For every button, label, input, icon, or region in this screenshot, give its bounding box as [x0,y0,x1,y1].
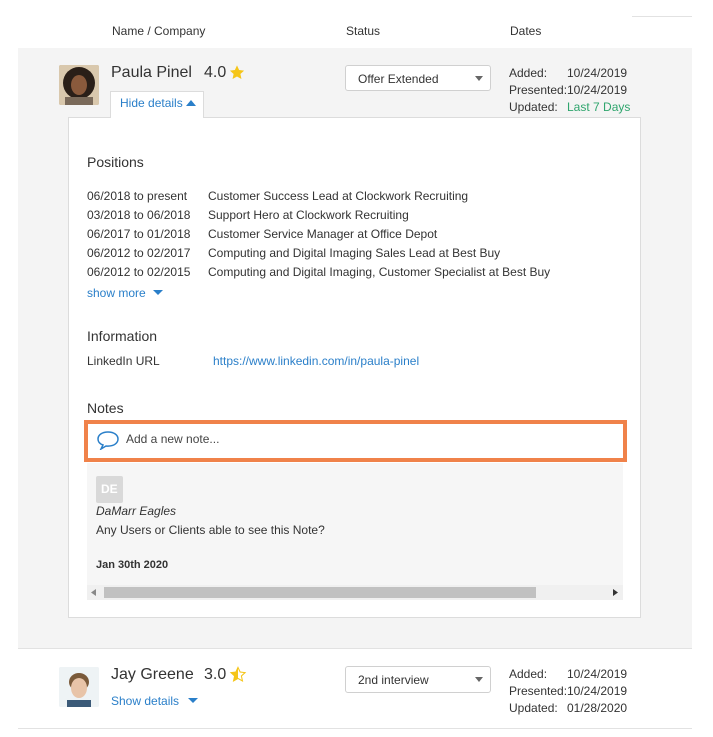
note-author: DaMarr Eagles [96,504,177,518]
position-title: Computing and Digital Imaging Sales Lead… [208,246,501,260]
position-range: 06/2012 to 02/2017 [87,246,191,260]
caret-down-icon [187,698,198,704]
updated-value: 01/28/2020 [567,701,628,715]
show-more-button[interactable]: show more [87,284,164,302]
avatar [59,65,99,105]
information-title: Information [87,328,158,344]
added-label: Added: [509,667,548,681]
star-icon [229,65,245,79]
position-title: Computing and Digital Imaging, Customer … [208,265,551,279]
add-note-input[interactable]: Add a new note... [84,420,627,462]
row-divider [18,648,692,649]
show-more-link[interactable]: show more [87,286,146,300]
row-divider [18,728,692,729]
position-title: Customer Success Lead at Clockwork Recru… [208,189,469,203]
presented-value: 10/24/2019 [567,83,628,97]
updated-label: Updated: [509,701,558,715]
added-value: 10/24/2019 [567,667,628,681]
scroll-left-icon[interactable] [91,589,97,596]
position-range: 06/2018 to present [87,189,188,203]
position-title: Support Hero at Clockwork Recruiting [208,208,409,222]
col-header-status[interactable]: Status [346,24,380,38]
col-header-name[interactable]: Name / Company [112,24,205,38]
candidate-rating: 4.0 [204,64,227,81]
caret-down-icon [153,290,164,296]
position-range: 06/2012 to 02/2015 [87,265,191,279]
linkedin-link[interactable]: https://www.linkedin.com/in/paula-pinel [213,354,419,368]
header-divider [632,16,692,17]
position-title: Customer Service Manager at Office Depot [208,227,438,241]
star-half-icon [229,666,247,682]
hide-details-link[interactable]: Hide details [120,96,183,110]
caret-up-icon [186,100,196,106]
updated-label: Updated: [509,100,558,114]
add-note-placeholder: Add a new note... [126,432,220,446]
hide-details-tab[interactable]: Hide details [110,91,204,118]
status-select[interactable]: 2nd interview [345,666,491,693]
presented-label: Presented: [509,83,568,97]
position-range: 06/2017 to 01/2018 [87,227,191,241]
status-select-value: 2nd interview [358,673,429,687]
updated-value: Last 7 Days [567,100,631,114]
candidate-rating: 3.0 [204,666,227,683]
dropdown-caret-icon [475,76,483,81]
dropdown-caret-icon [475,677,483,682]
chat-bubble-icon [97,431,119,450]
notes-title: Notes [87,400,124,416]
note-author-initials: DE [101,482,118,496]
candidate-name[interactable]: Jay Greene [111,666,194,684]
note-date: Jan 30th 2020 [96,559,169,571]
presented-label: Presented: [509,684,568,698]
added-value: 10/24/2019 [567,66,628,80]
note-text: Any Users or Clients able to see this No… [96,523,325,537]
position-range: 03/2018 to 06/2018 [87,208,191,222]
linkedin-label: LinkedIn URL [87,354,160,368]
horizontal-scrollbar[interactable] [87,585,623,600]
candidate-name[interactable]: Paula Pinel [111,64,192,82]
status-select[interactable]: Offer Extended [345,65,491,91]
show-details-button[interactable]: Show details [111,692,198,710]
scroll-right-icon[interactable] [612,589,618,596]
positions-title: Positions [87,154,144,170]
avatar [59,667,99,707]
col-header-dates[interactable]: Dates [510,24,541,38]
added-label: Added: [509,66,548,80]
show-details-link[interactable]: Show details [111,694,179,708]
presented-value: 10/24/2019 [567,684,628,698]
note-author-avatar: DE [96,476,123,503]
scrollbar-thumb[interactable] [104,587,536,598]
status-select-value: Offer Extended [358,72,439,86]
